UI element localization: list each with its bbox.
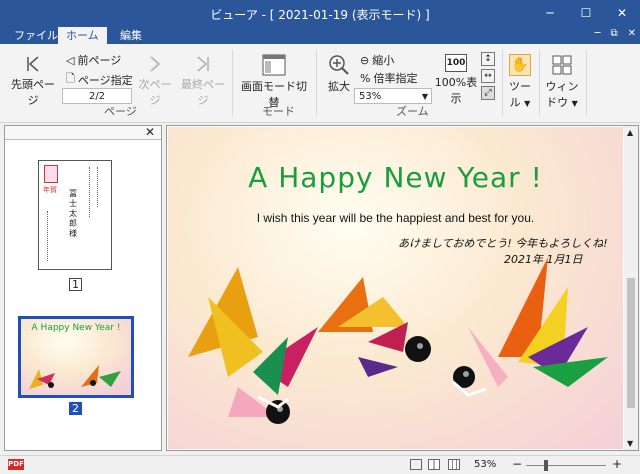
goto-page-icon: 🗋	[66, 72, 75, 85]
close-window-button[interactable]: ✕	[604, 0, 640, 26]
card-headline: A Happy New Year !	[248, 161, 543, 194]
chevron-down-icon: ▼	[421, 92, 428, 101]
page-label-1[interactable]: 1	[69, 278, 82, 291]
ribbon-separator	[316, 50, 317, 116]
ribbon-separator	[502, 50, 503, 116]
zoom-slider-handle[interactable]	[544, 460, 548, 471]
fit-width-icon[interactable]: ↔	[481, 69, 495, 83]
percent-icon: %	[360, 71, 371, 85]
mdi-restore-button[interactable]: ⧉	[610, 28, 617, 39]
thumb1-stamp-text: 年賀	[43, 186, 57, 194]
scroll-up-icon[interactable]: ▲	[627, 128, 633, 137]
prev-page-label: 前ページ	[77, 54, 122, 67]
status-bar: PDF 53% − +	[0, 455, 640, 474]
tab-file[interactable]: ファイル	[6, 27, 66, 44]
maximize-button[interactable]: ☐	[568, 0, 604, 26]
ribbon-separator	[586, 50, 587, 116]
zoom-out-icon: ⊖	[360, 53, 370, 67]
scrollbar-thumb[interactable]	[627, 278, 635, 408]
screen-mode-icon	[262, 54, 286, 76]
last-page-label: 最終ページ	[181, 78, 225, 107]
next-page-button[interactable]: 次ページ	[136, 54, 174, 108]
prev-page-icon: ◁	[66, 53, 75, 67]
next-page-icon	[150, 56, 161, 72]
fit-height-icon[interactable]: ↕	[481, 52, 495, 66]
zoom-group-label: ズーム	[396, 105, 429, 118]
new-year-card: A Happy New Year ! I wish this year will…	[168, 127, 623, 449]
card-greeting-jp: あけましておめでとう! 今年もよろしくね!	[398, 237, 608, 250]
thumb1-address-line	[89, 167, 91, 217]
chevron-down-icon: ▼	[524, 99, 531, 108]
thumb1-address-name: 冨士 太郎 様	[69, 189, 77, 238]
tools-button[interactable]: ✋ ツール ▼	[505, 54, 535, 110]
last-page-icon	[197, 56, 209, 72]
zoom-out-button[interactable]: ⊖ 縮小	[360, 52, 394, 68]
tab-home[interactable]: ホーム	[58, 27, 107, 44]
zoom-out-label: 縮小	[372, 54, 395, 67]
page-thumbnail-2[interactable]: A Happy New Year !	[18, 316, 134, 398]
page-group-label: ページ	[104, 105, 137, 118]
ribbon: 先頭ページ ◁ 前ページ 🗋 ページ指定 2/2 次ページ 最終ページ ページ …	[0, 44, 640, 123]
goto-page-label: ページ指定	[77, 73, 133, 87]
viewer-app: ビューア - [ 2021-01-19 (表示モード) ] ─ ☐ ✕ ファイル…	[0, 0, 640, 474]
pdf-icon[interactable]: PDF	[8, 459, 24, 470]
work-area: ✕ 年賀 冨士 太郎 様 1 A Happy New Year ! 2 A Ha…	[0, 124, 640, 453]
chevron-down-icon: ▼	[571, 99, 578, 108]
goto-page-button[interactable]: 🗋 ページ指定	[66, 70, 133, 89]
first-page-label: 先頭ページ	[11, 78, 55, 107]
last-page-button[interactable]: 最終ページ	[178, 54, 228, 108]
scroll-down-icon[interactable]: ▼	[627, 439, 633, 448]
grid-view-icon[interactable]	[448, 459, 460, 470]
zoom-select-value: 53%	[359, 91, 382, 102]
minimize-button[interactable]: ─	[532, 0, 568, 26]
window-button[interactable]: ウィンドウ ▼	[542, 54, 582, 110]
fit-page-icon[interactable]: ⤢	[481, 86, 495, 100]
two-page-view-icon[interactable]	[428, 459, 440, 470]
thumb1-sender-line	[47, 211, 49, 261]
zoom-100-button[interactable]: 100 100%表示	[434, 54, 478, 106]
thumb1-address-line	[97, 167, 99, 207]
screen-mode-button[interactable]: 画面モード切替	[238, 54, 310, 110]
mode-group-label: モード	[262, 105, 295, 118]
zoom-slider[interactable]	[526, 465, 606, 466]
ribbon-separator	[539, 50, 540, 116]
mdi-minimize-button[interactable]: ─	[594, 28, 600, 39]
thumbnail-pane-header: ✕	[5, 125, 161, 140]
zoom-100-icon: 100	[445, 54, 467, 72]
menu-bar: ファイル ホーム 編集 ─ ⧉ ✕	[0, 26, 640, 44]
first-page-icon	[27, 56, 39, 72]
zoom-out-small-icon[interactable]: −	[512, 457, 522, 471]
tab-edit[interactable]: 編集	[112, 27, 150, 44]
page-number-input[interactable]: 2/2	[62, 88, 132, 104]
next-page-label: 次ページ	[138, 78, 172, 107]
thumb2-headline: A Happy New Year !	[31, 323, 121, 333]
ribbon-separator	[232, 50, 233, 116]
prev-page-button[interactable]: ◁ 前ページ	[66, 52, 121, 68]
title-bar: ビューア - [ 2021-01-19 (表示モード) ] ─ ☐ ✕	[0, 0, 640, 26]
hand-icon: ✋	[509, 54, 531, 76]
zoom-ratio-label: 倍率指定	[373, 72, 418, 85]
card-subtitle: I wish this year will be the happiest an…	[256, 211, 535, 225]
status-zoom-value: 53%	[474, 459, 497, 470]
document-viewer[interactable]: A Happy New Year ! I wish this year will…	[166, 125, 639, 451]
mdi-close-button[interactable]: ✕	[628, 28, 636, 39]
vertical-scrollbar[interactable]: ▲ ▼	[624, 126, 638, 450]
zoom-select[interactable]: 53% ▼	[354, 88, 432, 104]
zoom-in-small-icon[interactable]: +	[612, 457, 622, 471]
page-label-2[interactable]: 2	[69, 402, 82, 415]
zoom-ratio-button[interactable]: % 倍率指定	[360, 70, 417, 86]
thumbnail-pane: ✕ 年賀 冨士 太郎 様 1 A Happy New Year ! 2	[4, 125, 162, 451]
window-layout-icon	[552, 55, 572, 75]
first-page-button[interactable]: 先頭ページ	[8, 54, 58, 108]
close-icon[interactable]: ✕	[145, 125, 155, 139]
card-date: 2021年 1月1日	[504, 253, 583, 266]
single-page-view-icon[interactable]	[410, 459, 422, 470]
page-thumbnail-1[interactable]: 年賀 冨士 太郎 様	[38, 160, 112, 270]
zoom-in-icon	[329, 55, 349, 75]
zoom-100-label: 100%表示	[434, 76, 478, 105]
zoom-in-button[interactable]: 拡大	[322, 54, 356, 94]
zoom-in-label: 拡大	[328, 80, 350, 93]
postage-stamp-icon	[44, 165, 58, 183]
